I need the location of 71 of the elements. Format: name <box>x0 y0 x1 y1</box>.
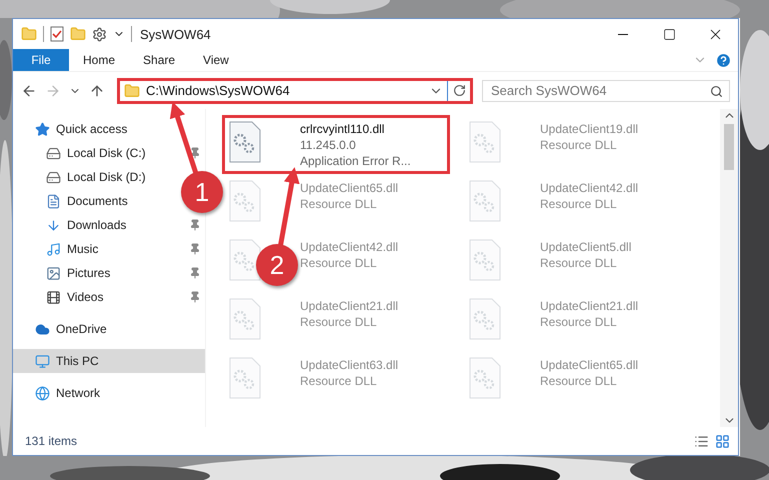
search-icon <box>710 84 723 98</box>
drive-icon <box>46 146 61 160</box>
forward-icon <box>45 82 61 98</box>
star-icon <box>35 122 50 136</box>
folder-icon <box>124 82 140 98</box>
picture-icon <box>46 266 61 280</box>
film-icon <box>46 290 61 304</box>
scroll-thumb[interactable] <box>724 124 734 170</box>
document-icon <box>46 194 61 208</box>
pin-icon[interactable] <box>189 243 201 255</box>
refresh-icon <box>452 84 466 97</box>
file-detail: Application Error R... <box>300 153 411 169</box>
sidebar-item[interactable]: OneDrive <box>13 317 111 341</box>
file-gear-icon <box>468 179 502 223</box>
sidebar-item[interactable]: This PC <box>13 349 205 373</box>
file-gear-icon <box>468 120 502 164</box>
sidebar-item[interactable]: Downloads <box>13 213 130 237</box>
file-gear-icon <box>228 120 262 164</box>
file-gear-icon <box>228 238 262 282</box>
file-gear-icon <box>468 238 502 282</box>
sidebar-item[interactable]: Documents <box>13 189 132 213</box>
file-detail: Resource DLL <box>300 196 378 212</box>
details-view-icon[interactable] <box>694 434 709 448</box>
sidebar-item[interactable]: Local Disk (D:) <box>13 165 150 189</box>
properties-icon[interactable] <box>50 26 64 42</box>
download-icon <box>46 218 61 232</box>
file-detail: Resource DLL <box>540 255 618 271</box>
file-name[interactable]: crlrcvyintl110.dll <box>300 121 411 137</box>
file-detail: Resource DLL <box>540 137 618 153</box>
file-detail: Resource DLL <box>300 314 378 330</box>
file-detail: Resource DLL <box>300 255 378 271</box>
network-icon <box>35 386 50 400</box>
ribbon-tab[interactable]: Share <box>129 49 190 71</box>
sidebar-item[interactable]: Music <box>13 237 102 261</box>
drive-icon <box>46 170 61 184</box>
file-detail: 11.245.0.0 <box>300 137 357 153</box>
ribbon-tab[interactable]: Home <box>69 49 130 71</box>
back-icon <box>21 82 37 98</box>
search-field[interactable]: Search SysWOW64 <box>482 80 730 102</box>
pin-icon[interactable] <box>189 147 201 159</box>
file-detail: Resource DLL <box>540 373 618 389</box>
sidebar-item[interactable]: Quick access <box>13 117 132 141</box>
pin-icon[interactable] <box>189 291 201 303</box>
sidebar-item[interactable]: Videos <box>13 285 108 309</box>
scrollbar[interactable] <box>720 109 738 427</box>
file-gear-icon <box>468 297 502 341</box>
item-count: 131 items <box>25 434 78 448</box>
pin-icon[interactable] <box>189 267 201 279</box>
address-path: C:\Windows\SysWOW64 <box>146 83 291 98</box>
pin-icon[interactable] <box>189 219 201 231</box>
ribbon-tab[interactable]: File <box>13 49 69 71</box>
file-gear-icon <box>228 356 262 400</box>
large-icons-view-icon[interactable] <box>715 434 730 448</box>
file-gear-icon <box>468 356 502 400</box>
monitor-icon <box>35 354 50 368</box>
cloud-icon <box>35 322 50 336</box>
toolbar-settings-icon[interactable] <box>92 26 107 42</box>
address-bar[interactable]: C:\Windows\SysWOW64 <box>117 78 473 104</box>
file-detail: Resource DLL <box>540 196 618 212</box>
sidebar-item[interactable]: Pictures <box>13 261 114 285</box>
window-title: SysWOW64 <box>140 26 211 42</box>
help-icon[interactable] <box>715 52 732 68</box>
music-note-icon <box>46 242 61 256</box>
file-gear-icon <box>228 297 262 341</box>
ribbon-tab[interactable]: View <box>189 49 243 71</box>
file-detail: Resource DLL <box>540 314 618 330</box>
file-detail: Resource DLL <box>300 373 378 389</box>
file-gear-icon <box>228 179 262 223</box>
maximize-icon <box>662 28 676 40</box>
sidebar-item[interactable]: Local Disk (C:) <box>13 141 150 165</box>
sidebar-item[interactable]: Network <box>13 381 104 405</box>
